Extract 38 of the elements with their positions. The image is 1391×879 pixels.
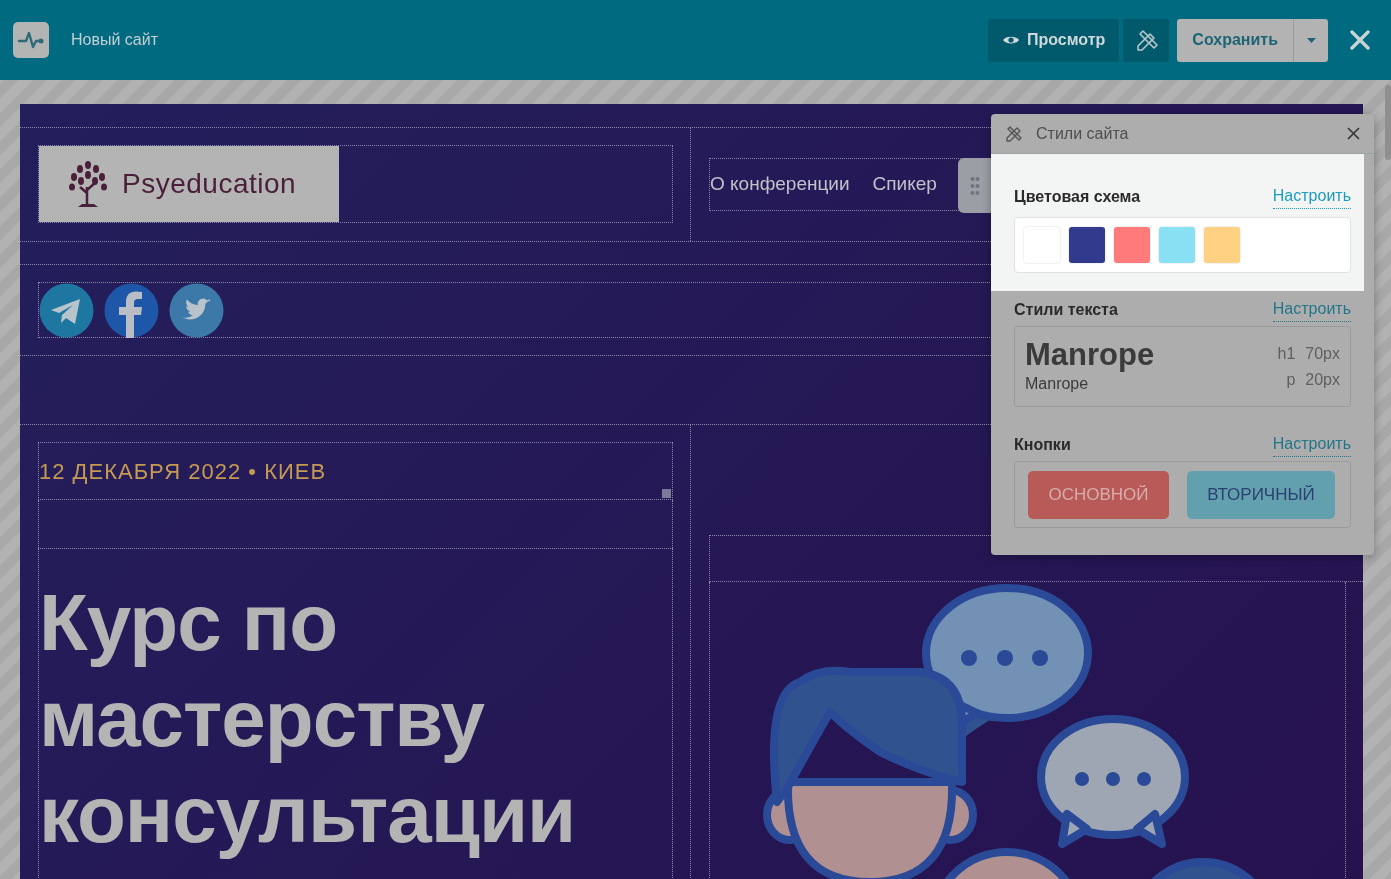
tag-label: h1	[1277, 343, 1296, 364]
resize-handle[interactable]	[662, 489, 671, 498]
primary-button-preview[interactable]: ОСНОВНОЙ	[1028, 470, 1169, 519]
section-label: Кнопки	[1014, 435, 1071, 455]
preview-button[interactable]: Просмотр	[988, 18, 1120, 62]
heading-font-name: Manrope	[1025, 337, 1155, 372]
caret-icon	[1306, 37, 1316, 43]
twitter-icon[interactable]	[169, 282, 224, 338]
telegram-icon[interactable]	[39, 282, 94, 338]
configure-link[interactable]: Настроить	[1272, 297, 1351, 322]
size-value: 70px	[1305, 343, 1340, 364]
ruler-pencil-button[interactable]	[1123, 18, 1170, 62]
configure-link[interactable]: Настроить	[1272, 432, 1351, 457]
secondary-button-preview[interactable]: ВТОРИЧНЫЙ	[1187, 470, 1335, 519]
section-label: Стили текста	[1014, 300, 1118, 320]
tree-logo-icon	[66, 159, 110, 209]
site-title: Новый сайт	[71, 30, 158, 50]
nav-link[interactable]: Спикер	[872, 170, 937, 199]
buttons-card[interactable]: ОСНОВНОЙ ВТОРИЧНЫЙ	[1014, 461, 1351, 528]
scrollbar-thumb[interactable]	[1385, 85, 1391, 160]
logo-text: Psyeducation	[122, 167, 297, 201]
close-icon[interactable]	[1347, 127, 1360, 140]
headline: Курс по мастерству консультации	[39, 577, 577, 861]
facebook-icon[interactable]	[104, 282, 159, 338]
color-scheme-card[interactable]	[1014, 217, 1351, 273]
size-value: 20px	[1305, 369, 1340, 390]
nav-link[interactable]: О конференции	[710, 170, 850, 199]
grip-icon	[970, 175, 980, 196]
pulse-logo-icon[interactable]	[13, 22, 49, 58]
section-label: Цветовая схема	[1014, 187, 1141, 207]
eye-icon	[1002, 34, 1020, 46]
panel-title: Стили сайта	[1036, 123, 1130, 144]
date-location-text: 12 ДЕКАБРЯ 2022 • КИЕВ	[39, 457, 327, 486]
tag-label: p	[1285, 369, 1296, 390]
configure-link[interactable]: Настроить	[1272, 184, 1351, 209]
text-styles-card[interactable]: Manrope Manrope h1 70px p 20px	[1014, 326, 1351, 407]
drag-handle[interactable]	[958, 158, 992, 213]
body-font-name: Manrope	[1025, 373, 1090, 394]
